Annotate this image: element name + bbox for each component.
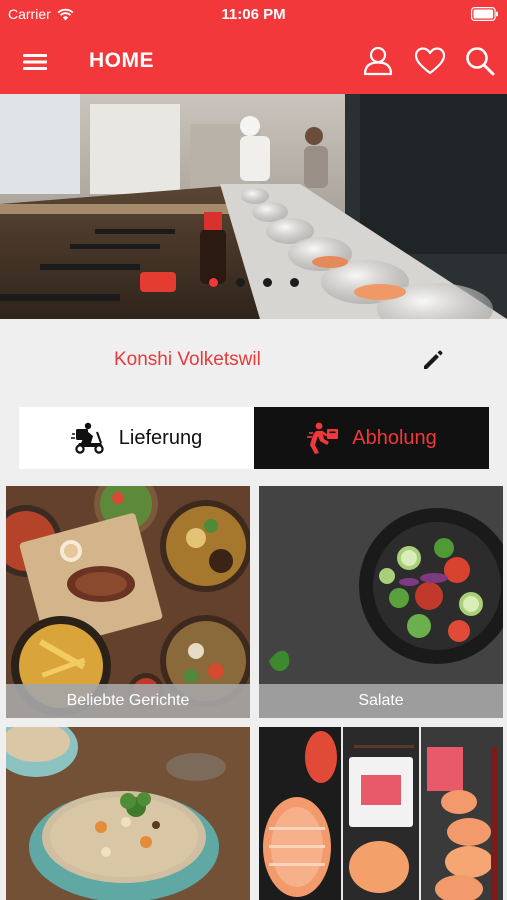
carousel-dot[interactable]	[235, 278, 245, 287]
status-time: 11:06 PM	[221, 6, 286, 23]
menu-icon[interactable]	[20, 48, 50, 76]
pencil-icon[interactable]	[420, 347, 446, 373]
carousel-dot[interactable]	[262, 278, 272, 287]
branch-name[interactable]: Konshi Volketswil	[114, 349, 261, 371]
category-label: Beliebte Gerichte	[6, 684, 250, 718]
carousel-dots[interactable]	[0, 278, 507, 287]
carousel-dot[interactable]	[208, 278, 218, 287]
category-tile-soup[interactable]	[6, 727, 250, 900]
category-tile-salate[interactable]: Salate	[259, 486, 503, 718]
category-tile-sushi[interactable]	[259, 727, 503, 900]
branch-selector[interactable]: Konshi Volketswil	[0, 319, 507, 401]
category-label: Salate	[259, 684, 503, 718]
delivery-label: Lieferung	[118, 426, 203, 449]
battery-icon	[471, 7, 498, 22]
status-bar: Carrier 11:06 PM	[0, 0, 507, 30]
nav-bar: HOME	[0, 30, 507, 94]
user-icon[interactable]	[361, 44, 395, 78]
pickup-button[interactable]: Abholung	[254, 407, 489, 469]
category-image	[6, 727, 250, 900]
order-mode-toggle: Lieferung Abholung	[19, 407, 489, 469]
status-right	[471, 7, 499, 24]
category-tile-beliebte-gerichte[interactable]: Beliebte Gerichte	[6, 486, 250, 718]
delivery-button[interactable]: Lieferung	[19, 407, 254, 469]
search-icon[interactable]	[463, 44, 497, 78]
page-title: HOME	[89, 49, 154, 72]
carousel-dot[interactable]	[289, 278, 299, 287]
delivery-scooter-icon	[70, 422, 104, 454]
pickup-runner-icon	[307, 422, 339, 454]
category-image	[259, 727, 503, 900]
pickup-label: Abholung	[352, 426, 437, 449]
heart-icon[interactable]	[413, 44, 447, 78]
